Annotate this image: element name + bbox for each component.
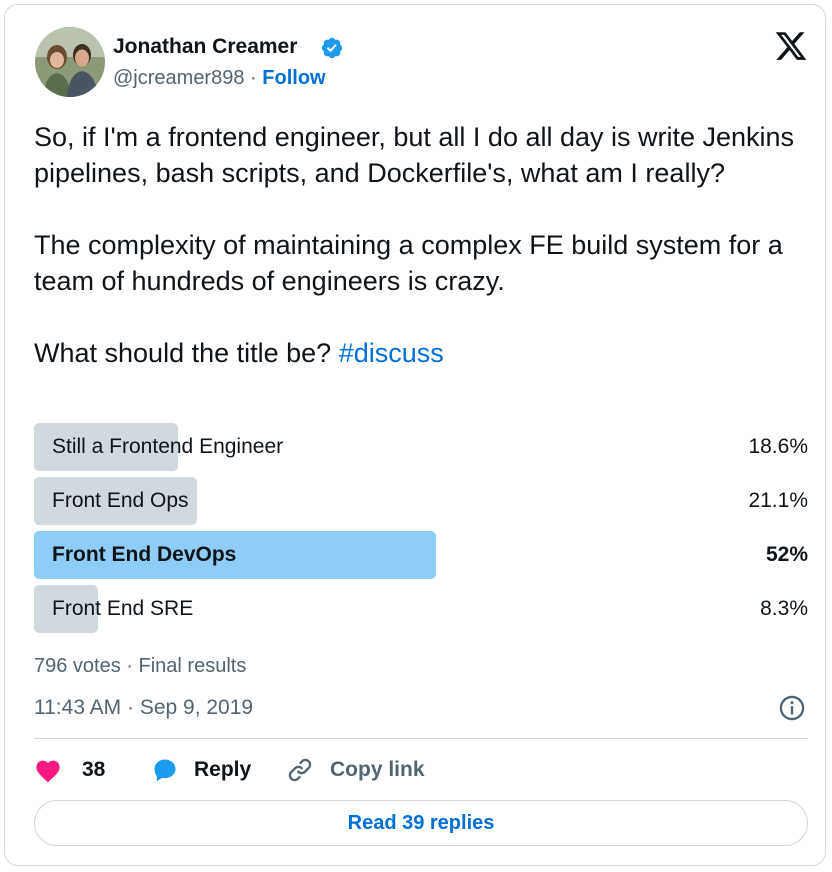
tweet-question: What should the title be? #discuss — [34, 335, 824, 371]
read-replies-button[interactable]: Read 39 replies — [34, 800, 808, 846]
poll-summary: 796 votes · Final results — [34, 655, 247, 677]
reply-label: Reply — [194, 758, 252, 781]
verified-badge-icon — [321, 37, 343, 59]
like-count: 38 — [82, 758, 106, 781]
avatar[interactable] — [35, 27, 105, 97]
tweet-paragraph: The complexity of maintaining a complex … — [34, 230, 783, 296]
poll-option-percent: 18.6% — [748, 435, 808, 458]
author-name[interactable]: Jonathan Creamer — [113, 35, 297, 59]
author-handle-row: @jcreamer898 · Follow — [113, 67, 326, 90]
hashtag-link[interactable]: #discuss — [339, 338, 444, 368]
poll-option-label: Front End Ops — [52, 489, 189, 512]
divider — [34, 738, 808, 739]
poll-option: Front End DevOps 52% — [34, 531, 808, 579]
action-bar: 38 Reply Copy link — [34, 755, 808, 785]
poll-option-label: Front End SRE — [52, 597, 194, 620]
like-button[interactable]: 38 — [34, 755, 105, 785]
poll: Still a Frontend Engineer 18.6% Front En… — [34, 423, 808, 639]
link-icon — [288, 758, 312, 782]
copy-link-button[interactable]: Copy link — [286, 755, 425, 785]
poll-option-percent: 21.1% — [748, 489, 808, 512]
poll-option-percent: 8.3% — [760, 597, 808, 620]
tweet-card: Jonathan Creamer @jcreamer898 · Follow S… — [4, 4, 826, 866]
copy-link-label: Copy link — [330, 758, 425, 781]
x-logo-icon[interactable] — [773, 29, 809, 63]
tweet-timestamp[interactable]: 11:43 AM · Sep 9, 2019 — [34, 696, 253, 720]
poll-option: Still a Frontend Engineer 18.6% — [34, 423, 808, 471]
poll-option: Front End SRE 8.3% — [34, 585, 808, 633]
tweet-paragraph: So, if I'm a frontend engineer, but all … — [34, 122, 795, 188]
question-text: What should the title be? — [34, 338, 339, 368]
poll-option-percent: 52% — [765, 543, 808, 566]
tweet-text: So, if I'm a frontend engineer, but all … — [34, 119, 824, 371]
poll-option: Front End Ops 21.1% — [34, 477, 808, 525]
separator: · — [250, 67, 257, 89]
info-icon[interactable] — [778, 694, 806, 722]
reply-button[interactable]: Reply — [150, 755, 251, 785]
poll-option-label: Still a Frontend Engineer — [52, 435, 284, 458]
reply-bubble-icon — [154, 759, 176, 782]
author-handle[interactable]: @jcreamer898 — [113, 67, 244, 89]
follow-link[interactable]: Follow — [262, 67, 325, 89]
heart-icon — [36, 760, 60, 783]
poll-option-label: Front End DevOps — [52, 543, 237, 566]
